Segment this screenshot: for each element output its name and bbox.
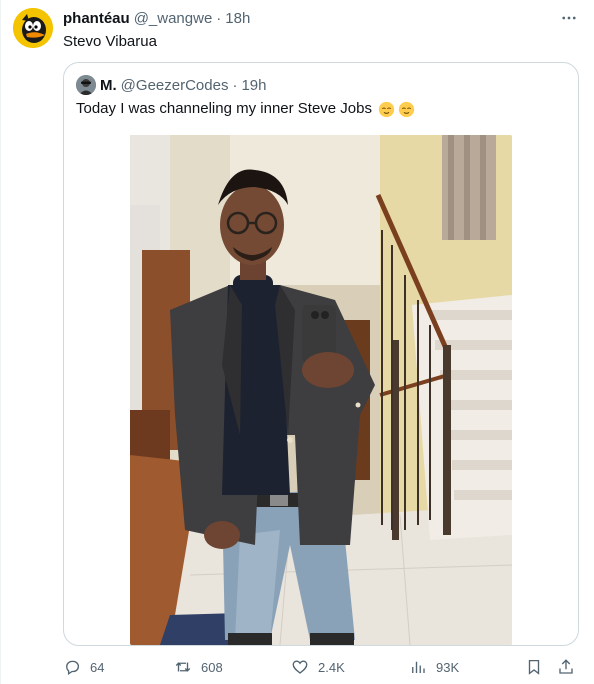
quoted-tweet-photo[interactable] xyxy=(130,135,512,645)
quoted-header-separator: · xyxy=(232,76,238,94)
repost-count: 608 xyxy=(201,659,223,675)
like-button[interactable]: 2.4K xyxy=(291,655,345,679)
quoted-tweet-header: M. @GeezerCodes · 19h xyxy=(76,75,266,95)
more-horizontal-icon xyxy=(562,16,576,20)
tweet-article[interactable]: phantéau @_wangwe · 18h Stevo Vibarua M.… xyxy=(0,0,594,684)
author-name[interactable]: phantéau xyxy=(63,10,130,27)
share-icon xyxy=(559,659,573,674)
quoted-tweet-text-row: Today I was channeling my inner Steve Jo… xyxy=(76,99,415,119)
repost-icon xyxy=(175,662,191,672)
quoted-tweet-text: Today I was channeling my inner Steve Jo… xyxy=(76,100,372,117)
view-count: 93K xyxy=(436,659,460,675)
relieved-face-emoji-icon xyxy=(378,101,395,117)
quoted-tweet-time: 19h xyxy=(241,76,267,94)
tweet-text: Stevo Vibarua xyxy=(63,33,157,50)
quoted-author-handle: @GeezerCodes xyxy=(120,76,229,94)
author-handle[interactable]: @_wangwe xyxy=(134,10,213,27)
reply-count: 64 xyxy=(90,659,105,675)
repost-button[interactable]: 608 xyxy=(174,655,223,679)
tweet-time[interactable]: 18h xyxy=(225,10,250,27)
reply-icon xyxy=(66,660,80,676)
share-button[interactable] xyxy=(557,655,575,679)
relieved-face-emoji-icon xyxy=(398,101,415,117)
quoted-author-avatar xyxy=(76,75,96,95)
quoted-tweet[interactable]: M. @GeezerCodes · 19h Today I was channe… xyxy=(63,62,579,646)
more-button[interactable] xyxy=(557,6,581,30)
author-avatar[interactable] xyxy=(13,8,53,48)
views-chart-icon xyxy=(412,661,425,673)
tweet-action-bar: 64 608 2.4K 93K xyxy=(63,655,583,679)
heart-icon xyxy=(292,660,308,674)
tweet-header: phantéau @_wangwe · 18h xyxy=(63,8,250,28)
bookmark-icon xyxy=(528,659,540,675)
header-separator: · xyxy=(216,9,222,27)
reply-button[interactable]: 64 xyxy=(63,655,104,679)
bookmark-button[interactable] xyxy=(525,655,543,679)
like-count: 2.4K xyxy=(318,659,345,675)
quoted-author-name: M. xyxy=(100,76,117,94)
views-button[interactable]: 93K xyxy=(409,655,459,679)
